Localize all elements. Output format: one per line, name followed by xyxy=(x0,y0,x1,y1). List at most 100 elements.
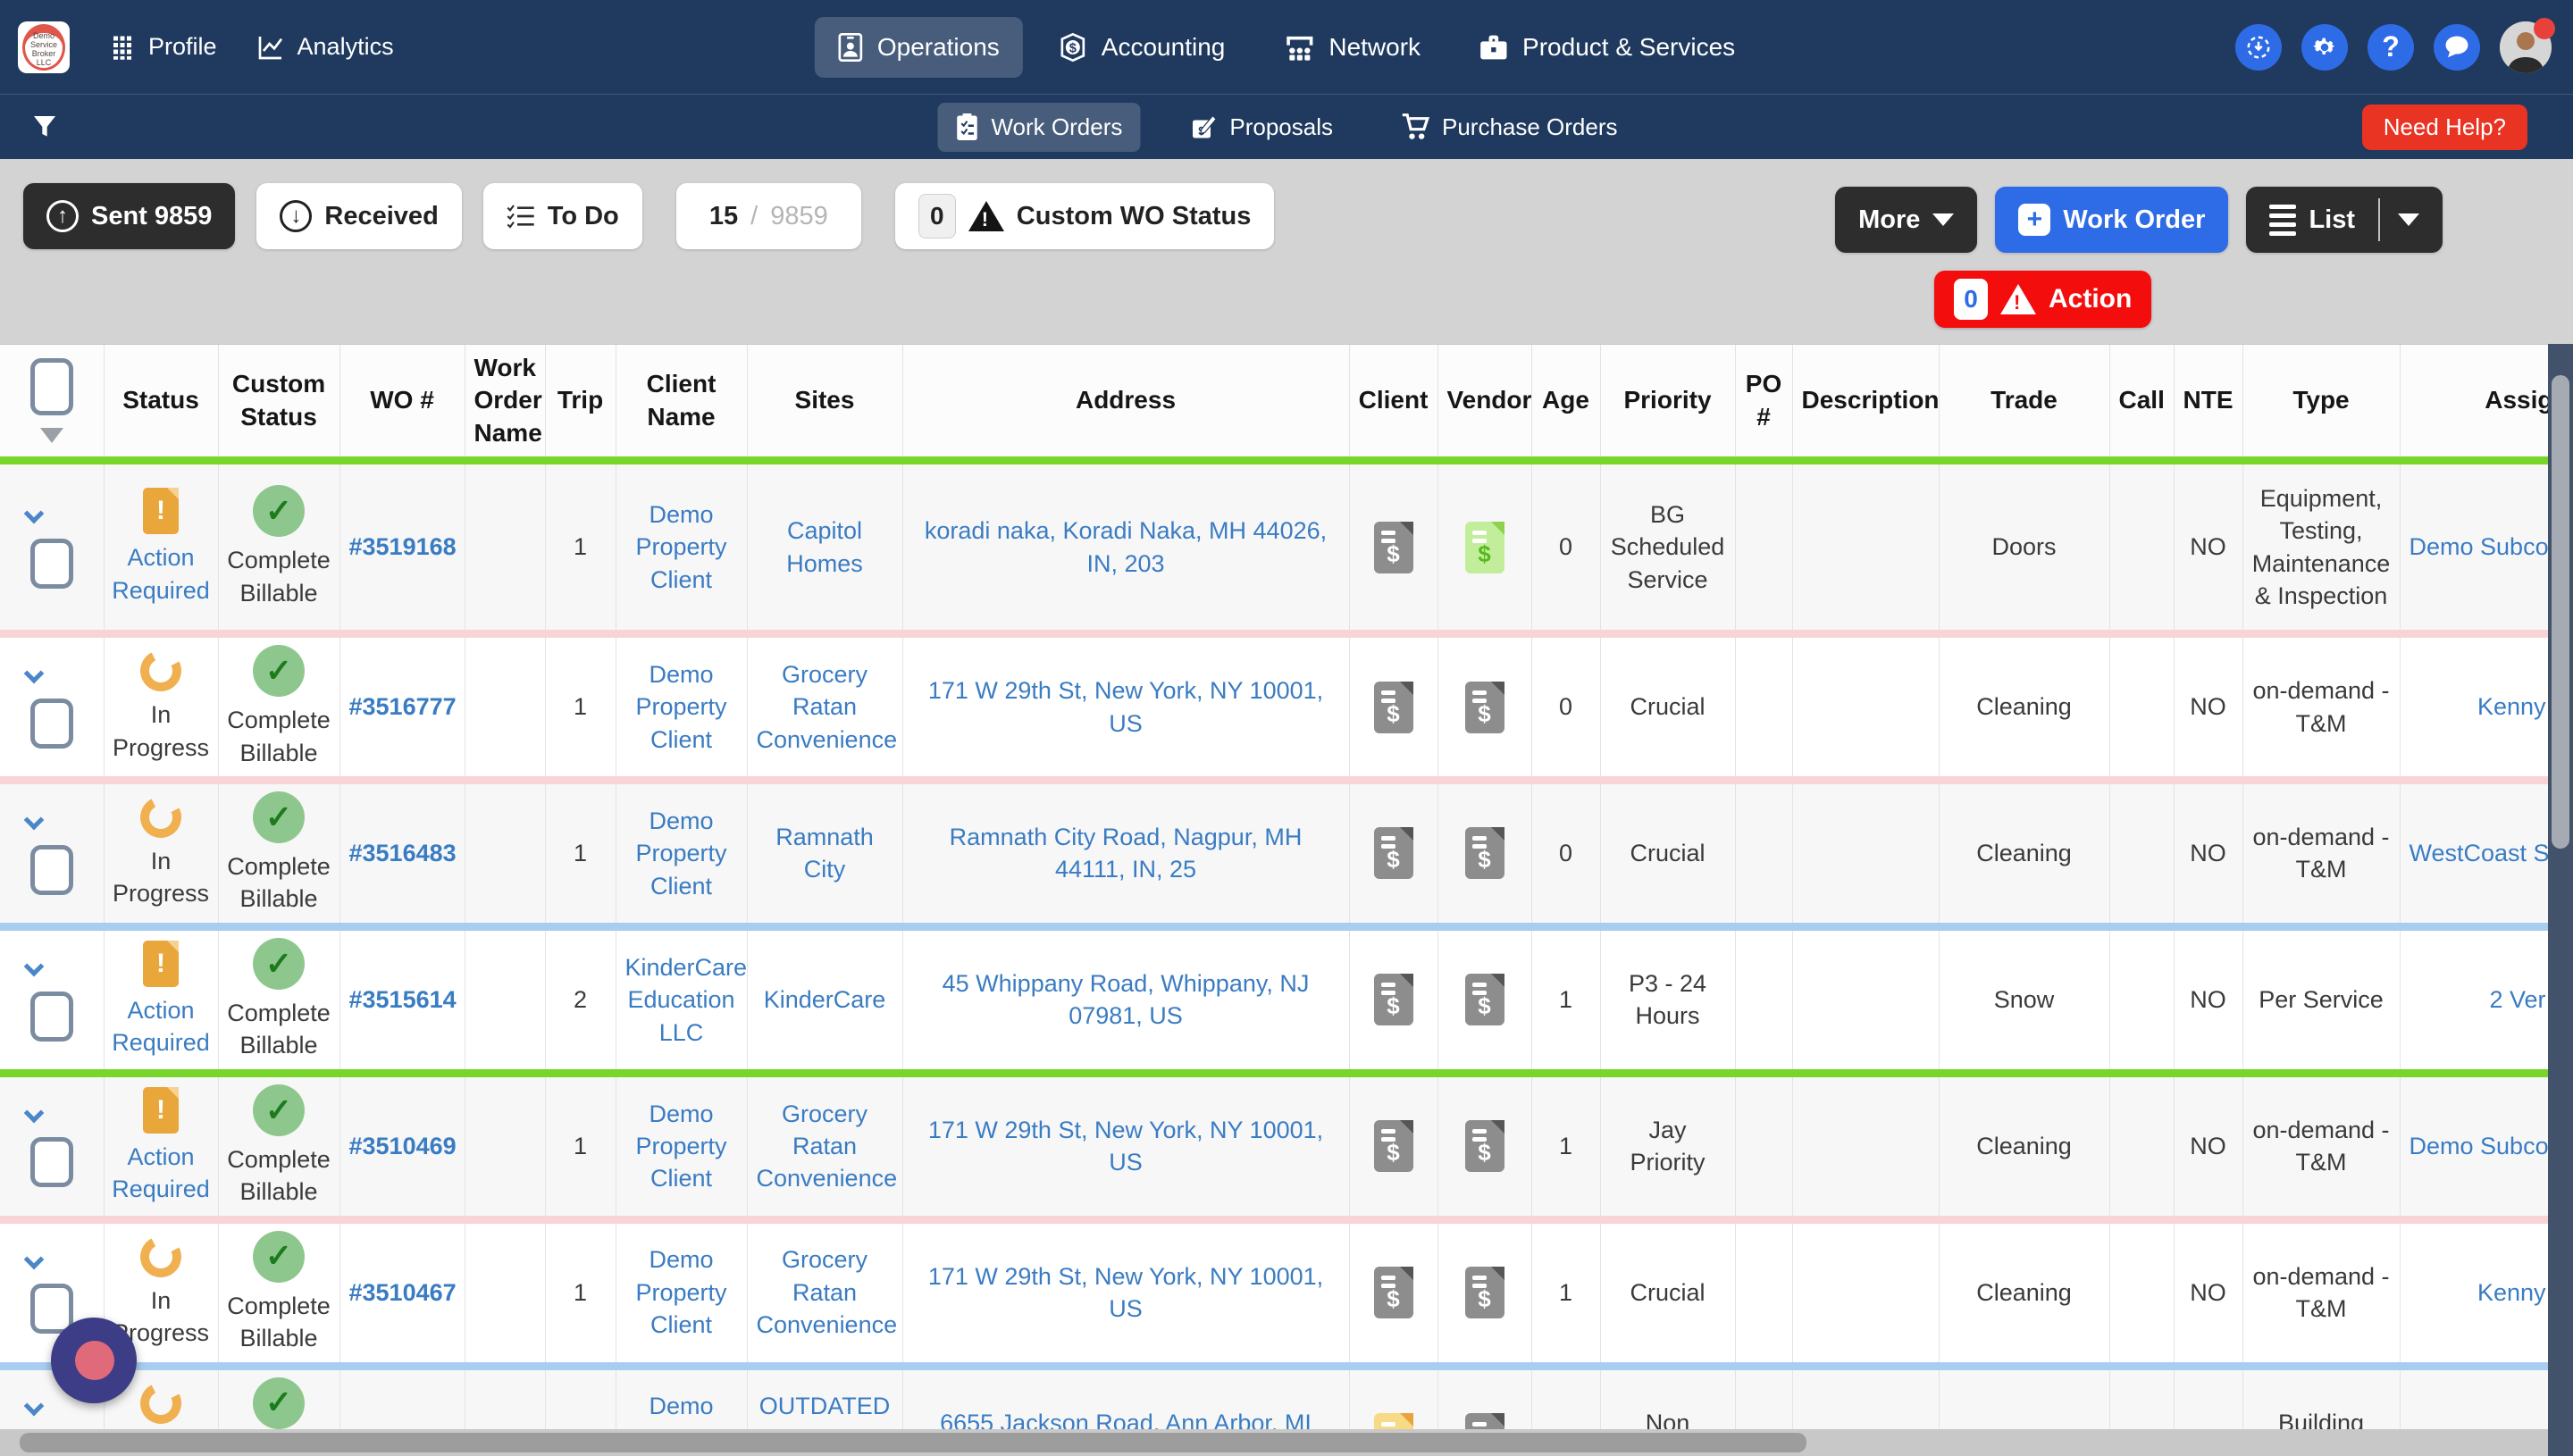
module-accounting[interactable]: $ Accounting xyxy=(1035,17,1249,78)
select-all-checkbox[interactable] xyxy=(30,358,73,415)
filter-icon[interactable] xyxy=(30,113,59,141)
wo-number-link[interactable]: #3519168 xyxy=(349,533,457,560)
status-label[interactable]: Action Required xyxy=(112,541,210,607)
vendor-invoice-icon[interactable]: $ xyxy=(1465,827,1504,879)
col-description[interactable]: Description xyxy=(1792,345,1939,461)
nav-item-analytics[interactable]: Analytics xyxy=(256,33,394,62)
address-link[interactable]: 45 Whippany Road, Whippany, NJ 07981, US xyxy=(943,970,1310,1029)
row-expand-chevron[interactable] xyxy=(23,810,44,831)
tab-purchase-orders[interactable]: Purchase Orders xyxy=(1383,103,1636,152)
list-view-button[interactable]: List xyxy=(2246,187,2443,253)
col-nte[interactable]: NTE xyxy=(2174,345,2242,461)
status-label[interactable]: In Progress xyxy=(113,845,209,910)
need-help-button[interactable]: Need Help? xyxy=(2362,105,2527,150)
caret-down-icon[interactable] xyxy=(2398,213,2419,226)
client-name-link[interactable]: Demo Property Client xyxy=(635,1246,726,1338)
wo-number-link[interactable]: #3510467 xyxy=(349,1279,457,1306)
client-invoice-icon[interactable]: $ xyxy=(1374,682,1413,733)
col-sites[interactable]: Sites xyxy=(747,345,902,461)
vendor-invoice-icon[interactable]: $ xyxy=(1465,1267,1504,1318)
settings-button[interactable] xyxy=(2301,24,2348,71)
received-button[interactable]: ↓ Received xyxy=(256,183,461,249)
module-product-services[interactable]: Product & Services xyxy=(1456,17,1758,78)
wo-number-link[interactable]: #3515614 xyxy=(349,986,457,1013)
client-name-link[interactable]: Demo Property Client xyxy=(635,807,726,900)
site-link[interactable]: Ramnath City xyxy=(775,824,874,883)
horizontal-scrollbar[interactable] xyxy=(0,1429,2548,1456)
col-work-order-name[interactable]: Work Order Name xyxy=(465,345,545,461)
col-status[interactable]: Status xyxy=(104,345,218,461)
row-checkbox[interactable] xyxy=(30,845,73,895)
row-expand-chevron[interactable] xyxy=(23,504,44,524)
sent-button[interactable]: ↑ Sent 9859 xyxy=(23,183,235,249)
site-link[interactable]: KinderCare xyxy=(764,986,886,1013)
client-name-link[interactable]: Demo Property Client xyxy=(635,501,726,593)
client-invoice-icon[interactable]: $ xyxy=(1374,1267,1413,1318)
row-expand-chevron[interactable] xyxy=(23,1395,44,1416)
col-address[interactable]: Address xyxy=(902,345,1349,461)
address-link[interactable]: 171 W 29th St, New York, NY 10001, US xyxy=(928,677,1323,736)
client-invoice-icon[interactable]: $ xyxy=(1374,974,1413,1025)
help-button[interactable]: ? xyxy=(2368,24,2414,71)
assigned-link[interactable]: Kenny xyxy=(2477,693,2546,720)
address-link[interactable]: 171 W 29th St, New York, NY 10001, US xyxy=(928,1117,1323,1176)
assigned-link[interactable]: Demo Subco xyxy=(2410,533,2549,560)
col-age[interactable]: Age xyxy=(1531,345,1600,461)
client-name-link[interactable]: KinderCare Education LLC xyxy=(625,954,748,1046)
assigned-link[interactable]: Demo Subco xyxy=(2410,1133,2549,1159)
assigned-link[interactable]: Kenny xyxy=(2477,1279,2546,1306)
site-link[interactable]: Grocery Ratan Convenience xyxy=(757,661,898,753)
select-dropdown-icon[interactable] xyxy=(40,428,63,443)
col-type[interactable]: Type xyxy=(2242,345,2400,461)
app-logo[interactable]: Demo Service Broker LLC xyxy=(18,21,70,73)
todo-button[interactable]: To Do xyxy=(483,183,642,249)
row-checkbox[interactable] xyxy=(30,539,73,589)
site-link[interactable]: Grocery Ratan Convenience xyxy=(757,1246,898,1338)
site-link[interactable]: Capitol Homes xyxy=(786,517,863,576)
site-link[interactable]: Grocery Ratan Convenience xyxy=(757,1100,898,1192)
client-invoice-icon[interactable]: $ xyxy=(1374,827,1413,879)
row-checkbox[interactable] xyxy=(30,1137,73,1187)
col-trip[interactable]: Trip xyxy=(545,345,616,461)
floating-record-button[interactable] xyxy=(51,1318,137,1403)
status-label[interactable]: Action Required xyxy=(112,1141,210,1206)
wo-number-link[interactable]: #3516483 xyxy=(349,840,457,866)
vendor-invoice-icon[interactable]: $ xyxy=(1465,1120,1504,1172)
nav-item-profile[interactable]: Profile xyxy=(109,33,217,61)
client-name-link[interactable]: Demo Property Client xyxy=(635,661,726,753)
row-expand-chevron[interactable] xyxy=(23,664,44,684)
col-assigned[interactable]: Assig xyxy=(2400,345,2548,461)
new-work-order-button[interactable]: + Work Order xyxy=(1995,187,2228,253)
row-checkbox[interactable] xyxy=(30,699,73,749)
vendor-invoice-icon[interactable]: $ xyxy=(1465,522,1504,573)
vendor-invoice-icon[interactable]: $ xyxy=(1465,682,1504,733)
col-call[interactable]: Call xyxy=(2109,345,2174,461)
client-invoice-icon[interactable]: $ xyxy=(1374,1120,1413,1172)
address-link[interactable]: 171 W 29th St, New York, NY 10001, US xyxy=(928,1263,1323,1322)
vendor-invoice-icon[interactable]: $ xyxy=(1465,974,1504,1025)
wo-number-link[interactable]: #3510469 xyxy=(349,1133,457,1159)
row-expand-chevron[interactable] xyxy=(23,1103,44,1124)
vertical-scrollbar-thumb[interactable] xyxy=(2552,375,2569,849)
col-vendor[interactable]: Vendor xyxy=(1437,345,1531,461)
user-avatar[interactable] xyxy=(2500,21,2552,73)
row-checkbox[interactable] xyxy=(30,992,73,1042)
module-operations[interactable]: Operations xyxy=(815,17,1023,78)
address-link[interactable]: Ramnath City Road, Nagpur, MH 44111, IN,… xyxy=(950,824,1303,883)
tab-work-orders[interactable]: Work Orders xyxy=(937,103,1140,152)
row-expand-chevron[interactable] xyxy=(23,1250,44,1270)
col-wo-number[interactable]: WO # xyxy=(339,345,465,461)
col-client-name[interactable]: Client Name xyxy=(616,345,747,461)
status-label[interactable]: In Progress xyxy=(113,699,209,764)
col-client[interactable]: Client xyxy=(1349,345,1437,461)
client-invoice-icon[interactable]: $ xyxy=(1374,522,1413,573)
tab-proposals[interactable]: $ Proposals xyxy=(1172,103,1351,152)
chat-button[interactable] xyxy=(2434,24,2480,71)
assigned-link[interactable]: 2 Ver xyxy=(2489,986,2545,1013)
action-button[interactable]: 0 Action xyxy=(1934,271,2151,328)
horizontal-scrollbar-thumb[interactable] xyxy=(20,1433,1806,1452)
col-custom-status[interactable]: Custom Status xyxy=(218,345,339,461)
module-network[interactable]: Network xyxy=(1261,17,1444,78)
col-trade[interactable]: Trade xyxy=(1939,345,2109,461)
history-button[interactable] xyxy=(2235,24,2282,71)
